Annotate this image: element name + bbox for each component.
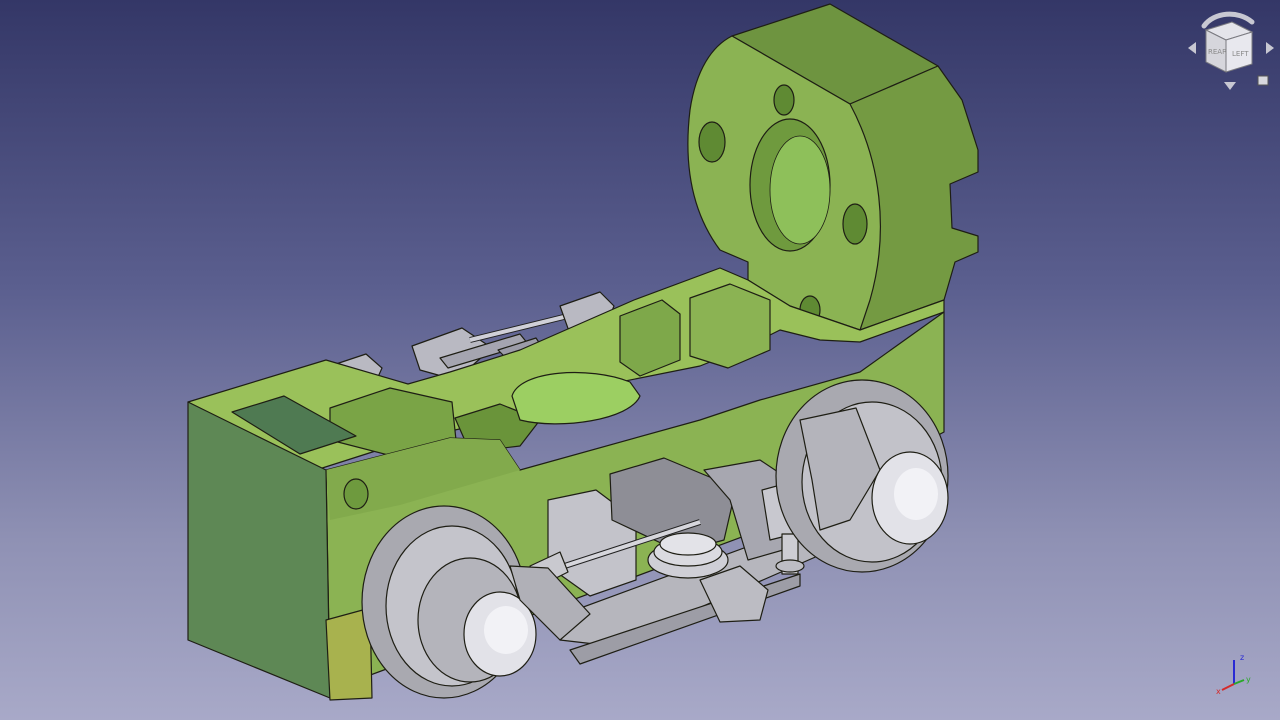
round-recess[interactable] [511,371,641,425]
spring-coil [659,532,717,556]
nav-arrow-down-icon[interactable] [1224,82,1236,90]
nav-arrow-left-icon[interactable] [1188,42,1196,54]
post-cap [775,559,805,573]
navigation-cube[interactable]: REAR LEFT [1186,4,1276,94]
y-axis-line [1233,679,1245,685]
cube-left-label: LEFT [1232,50,1249,58]
flange-bore-inner [769,135,831,245]
3d-viewport[interactable]: REAR LEFT z x y [0,0,1280,720]
flange-bolt-hole[interactable] [773,84,795,116]
axis-indicator: z x y [1216,653,1251,696]
cube-rear-label: REAR [1208,48,1227,56]
x-axis-line [1221,683,1235,691]
x-axis-label: x [1216,687,1221,696]
flange-bolt-hole[interactable] [842,203,868,245]
flange-bolt-hole[interactable] [698,121,726,163]
front-hole[interactable] [343,478,369,510]
nav-arrow-right-icon[interactable] [1266,42,1274,54]
cube-menu-icon[interactable] [1257,75,1269,86]
model-scene[interactable] [0,0,1280,720]
top-slot[interactable] [689,283,771,369]
right-wheel[interactable] [775,379,949,573]
z-axis-label: z [1240,653,1244,662]
y-axis-label: y [1246,675,1251,684]
